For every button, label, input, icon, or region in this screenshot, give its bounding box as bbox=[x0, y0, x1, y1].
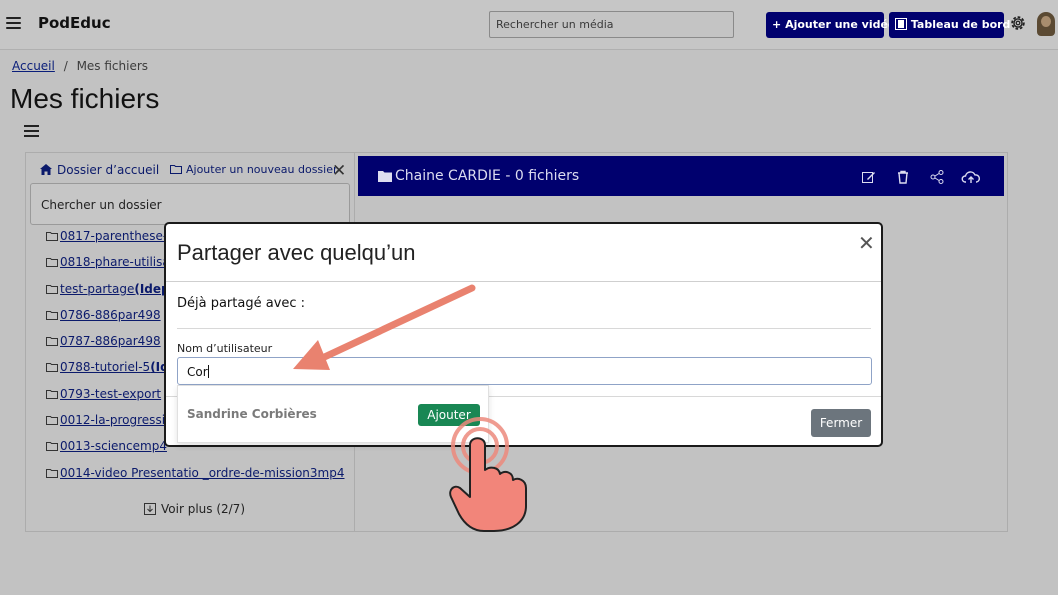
modal-title: Partager avec quelqu’un bbox=[177, 240, 416, 265]
folder-icon bbox=[46, 258, 58, 268]
dashboard-label: Tableau de bord bbox=[910, 18, 1011, 31]
home-icon bbox=[40, 164, 52, 175]
folders-toggle-icon[interactable] bbox=[24, 125, 39, 137]
folder-icon bbox=[46, 337, 58, 347]
folder-item[interactable]: 0014-video Presentatio _ordre-de-mission… bbox=[46, 466, 356, 492]
modal-close-icon[interactable]: ✕ bbox=[858, 231, 875, 255]
home-folder-link[interactable]: Dossier d’accueil bbox=[40, 163, 159, 177]
settings-gear-icon[interactable] bbox=[1009, 14, 1027, 32]
folder-icon bbox=[46, 363, 58, 373]
close-icon[interactable]: ✕ bbox=[332, 161, 346, 181]
folder-label: 0788-tutoriel-5 bbox=[60, 360, 151, 375]
add-video-label: Ajouter une vidéo bbox=[785, 18, 896, 31]
trash-icon[interactable] bbox=[895, 169, 911, 185]
media-search-input[interactable]: Rechercher un média bbox=[489, 11, 734, 38]
share-icon[interactable] bbox=[929, 169, 945, 185]
divider bbox=[177, 328, 871, 329]
edit-icon[interactable] bbox=[861, 169, 877, 185]
film-icon bbox=[895, 18, 907, 30]
cloud-upload-icon[interactable] bbox=[961, 169, 981, 185]
breadcrumb-current: Mes fichiers bbox=[76, 59, 149, 73]
show-more-button[interactable]: Voir plus (2/7) bbox=[144, 502, 245, 516]
home-folder-label: Dossier d’accueil bbox=[57, 163, 160, 177]
download-box-icon bbox=[144, 503, 156, 515]
add-user-button[interactable]: Ajouter bbox=[418, 404, 480, 426]
breadcrumb: Accueil / Mes fichiers bbox=[12, 59, 148, 73]
folder-icon bbox=[46, 468, 58, 478]
folder-label: 0787-886par498 bbox=[60, 334, 161, 349]
folder-icon bbox=[46, 284, 58, 294]
channel-title: Chaine CARDIE - 0 fichiers bbox=[378, 168, 579, 184]
folder-label: 0793-test-export bbox=[60, 386, 162, 401]
folder-label: 0818-phare-utilisa bbox=[60, 255, 170, 270]
folder-icon bbox=[46, 442, 58, 452]
page-title: Mes fichiers bbox=[10, 83, 160, 114]
text-caret bbox=[207, 365, 209, 378]
menu-hamburger-icon[interactable] bbox=[6, 17, 21, 30]
folder-icon bbox=[46, 389, 58, 399]
dashboard-button[interactable]: Tableau de bord bbox=[889, 12, 1010, 38]
folder-label: 0014-video Presentatio _ordre-de-mission… bbox=[60, 465, 345, 480]
suggested-user-name[interactable]: Sandrine Corbières bbox=[187, 407, 317, 421]
folder-plus-icon bbox=[170, 165, 182, 174]
new-folder-link[interactable]: Ajouter un nouveau dossier bbox=[170, 163, 338, 176]
close-button[interactable]: Fermer bbox=[811, 409, 871, 437]
top-navbar: PodEduc Rechercher un média + Ajouter un… bbox=[0, 0, 1058, 50]
user-avatar[interactable] bbox=[1037, 12, 1055, 36]
user-suggestion-dropdown: Sandrine Corbières Ajouter bbox=[177, 385, 489, 443]
folder-icon bbox=[46, 232, 58, 241]
folder-icon bbox=[46, 416, 58, 426]
new-folder-label: Ajouter un nouveau dossier bbox=[186, 163, 338, 176]
plus-icon: + bbox=[772, 18, 782, 31]
folder-icon bbox=[378, 171, 392, 182]
show-more-label: Voir plus (2/7) bbox=[161, 502, 245, 516]
already-shared-label: Déjà partagé avec : bbox=[177, 296, 306, 311]
brand-logo[interactable]: PodEduc bbox=[38, 14, 111, 32]
username-input[interactable]: Cor bbox=[177, 357, 872, 385]
username-label: Nom d’utilisateur bbox=[177, 342, 273, 355]
divider bbox=[166, 281, 881, 282]
folder-icon bbox=[46, 310, 58, 320]
breadcrumb-home-link[interactable]: Accueil bbox=[12, 59, 55, 73]
folder-label: 0817-parenthese- bbox=[60, 229, 168, 243]
folder-label: 0013-sciencemp4 bbox=[60, 439, 167, 454]
folder-label: 0786-886par498 bbox=[60, 307, 161, 322]
channel-title-text: Chaine CARDIE - 0 fichiers bbox=[395, 168, 580, 184]
folder-label: 0012-la-progressi bbox=[60, 413, 166, 428]
channel-header: Chaine CARDIE - 0 fichiers bbox=[358, 156, 1004, 196]
folder-search-input[interactable]: Chercher un dossier bbox=[30, 183, 350, 225]
add-video-button[interactable]: + Ajouter une vidéo bbox=[766, 12, 896, 38]
folder-label: test-partage bbox=[60, 281, 135, 296]
username-value: Cor bbox=[187, 365, 208, 379]
breadcrumb-separator: / bbox=[63, 59, 68, 73]
